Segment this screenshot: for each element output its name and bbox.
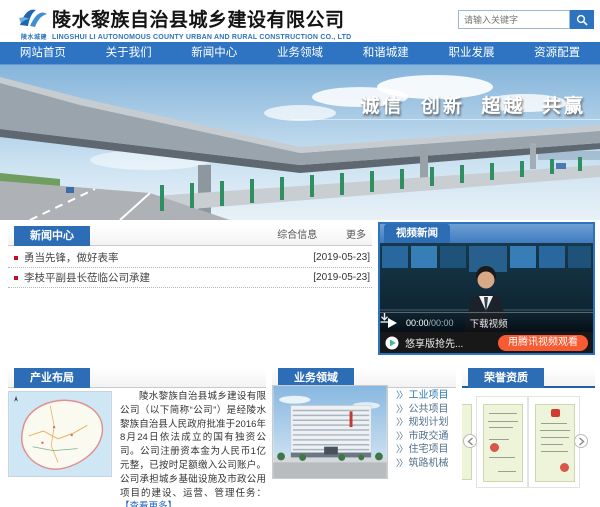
- site-header: 陵水城建 陵水黎族自治县城乡建设有限公司 LINGSHUI LI AUTONOM…: [0, 0, 600, 42]
- certificate-panel: [528, 396, 580, 488]
- nav-item-resources[interactable]: 资源配置: [514, 42, 600, 64]
- national-emblem-icon: [551, 409, 560, 417]
- company-name-english: LINGSHUI LI AUTONOMOUS COUNTY URBAN AND …: [52, 34, 351, 41]
- search-box: [458, 10, 594, 29]
- video-caption: 悠享版抢先...: [405, 335, 463, 350]
- page: 陵水城建 陵水黎族自治县城乡建设有限公司 LINGSHUI LI AUTONOM…: [0, 0, 600, 507]
- certificates-carousel: [462, 396, 595, 488]
- chevron-left-icon: [467, 437, 474, 446]
- industry-section-header: 产业布局: [8, 368, 266, 388]
- nav-item-career[interactable]: 职业发展: [429, 42, 515, 64]
- business-areas-section: 业务领域: [272, 368, 456, 495]
- business-link-public[interactable]: 〉〉公共项目: [396, 403, 449, 417]
- honors-section: 荣誉资质: [462, 368, 595, 495]
- business-link-residential[interactable]: 〉〉住宅项目: [396, 443, 449, 457]
- company-title-block: 陵水黎族自治县城乡建设有限公司 LINGSHUI LI AUTONOMOUS C…: [52, 5, 351, 41]
- news-section: 新闻中心 综合信息 更多 勇当先锋，做好表率 [2019-05-23] 李枝平副…: [8, 226, 372, 288]
- double-chevron-icon: 〉〉: [396, 417, 407, 427]
- carousel-prev-button[interactable]: [463, 434, 477, 448]
- nav-item-business[interactable]: 业务领域: [257, 42, 343, 64]
- play-icon[interactable]: [388, 318, 397, 328]
- news-section-header: 新闻中心 综合信息 更多: [8, 226, 372, 246]
- company-logo-icon: [17, 4, 51, 28]
- news-filter-general[interactable]: 综合信息: [277, 230, 317, 241]
- download-icon: [380, 313, 389, 323]
- industry-layout-section: 产业布局 陵水黎族自治县城乡建设有限公司（以下简称“公司”）是经陵水黎族自治县人…: [8, 368, 266, 495]
- company-logo[interactable]: 陵水城建: [15, 4, 53, 40]
- office-building-image: [272, 385, 388, 479]
- logo-caption: 陵水城建: [15, 32, 53, 41]
- double-chevron-icon: 〉〉: [396, 390, 407, 400]
- business-link-industrial[interactable]: 〉〉工业项目: [396, 389, 449, 403]
- news-date: [2019-05-23]: [313, 272, 370, 283]
- nav-item-harmony[interactable]: 和谐城建: [343, 42, 429, 64]
- news-more-link[interactable]: 更多: [346, 230, 366, 241]
- tencent-video-bar: 悠享版抢先... 用腾讯视频观看: [380, 332, 593, 353]
- banner-slogan-underline: [290, 119, 600, 120]
- tab-industry-layout[interactable]: 产业布局: [14, 368, 90, 388]
- nav-item-home[interactable]: 网站首页: [0, 42, 86, 64]
- highway-banner-image: [0, 65, 600, 220]
- video-section-header: 视频新闻: [380, 224, 593, 243]
- double-chevron-icon: 〉〉: [396, 444, 407, 454]
- company-intro-paragraph: 陵水黎族自治县城乡建设有限公司（以下简称“公司”）是经陵水黎族自治县人民政府批准…: [120, 390, 266, 507]
- hainan-map-image: [8, 391, 112, 477]
- certificate-panel: [476, 396, 528, 488]
- banner-slogan: 诚信 创新 超越 共赢: [360, 91, 586, 118]
- business-link-road-machinery[interactable]: 〉〉筑路机械: [396, 457, 449, 471]
- news-list: 勇当先锋，做好表率 [2019-05-23] 李枝平副县长莅临公司承建 [201…: [8, 248, 372, 288]
- honors-section-header: 荣誉资质: [462, 368, 595, 388]
- news-row: 勇当先锋，做好表率 [2019-05-23]: [8, 248, 372, 268]
- business-link-planning[interactable]: 〉〉规划计划: [396, 416, 449, 430]
- search-icon: [576, 14, 588, 26]
- bullet-icon: [14, 256, 18, 260]
- double-chevron-icon: 〉〉: [396, 404, 407, 414]
- news-link[interactable]: 勇当先锋，做好表率: [24, 250, 119, 265]
- main-navigation: 网站首页 关于我们 新闻中心 业务领域 和谐城建 职业发展 资源配置: [0, 42, 600, 65]
- tab-video-news[interactable]: 视频新闻: [384, 224, 450, 243]
- carousel-next-button[interactable]: [574, 434, 588, 448]
- tab-honors[interactable]: 荣誉资质: [468, 368, 544, 388]
- view-more-link[interactable]: 【查看更多】: [120, 501, 177, 507]
- red-seal-icon: [560, 463, 569, 472]
- certificate-image[interactable]: [535, 404, 575, 482]
- chevron-right-icon: [578, 437, 585, 446]
- certificate-image[interactable]: [483, 404, 523, 482]
- video-news-section: 视频新闻: [378, 222, 595, 355]
- tencent-video-logo-icon: [385, 336, 399, 350]
- company-intro-text: 陵水黎族自治县城乡建设有限公司（以下简称“公司”）是经陵水黎族自治县人民政府批准…: [120, 391, 266, 499]
- news-link[interactable]: 李枝平副县长莅临公司承建: [24, 270, 150, 285]
- video-controls-bar: 00:00/00:00 下载视频: [380, 312, 593, 332]
- news-date: [2019-05-23]: [313, 252, 370, 263]
- search-button[interactable]: [570, 10, 594, 29]
- nav-item-about[interactable]: 关于我们: [86, 42, 172, 64]
- watch-on-tencent-button[interactable]: 用腾讯视频观看: [498, 335, 588, 351]
- hero-banner: 诚信 创新 超越 共赢: [0, 65, 600, 220]
- business-areas-list: 〉〉工业项目 〉〉公共项目 〉〉规划计划 〉〉市政交通 〉〉住宅项目 〉〉筑路机…: [396, 389, 449, 470]
- double-chevron-icon: 〉〉: [396, 458, 407, 468]
- download-video-button[interactable]: 下载视频: [470, 316, 508, 330]
- search-input[interactable]: [458, 10, 570, 29]
- company-name: 陵水黎族自治县城乡建设有限公司: [52, 5, 351, 32]
- news-row: 李枝平副县长莅临公司承建 [2019-05-23]: [8, 268, 372, 288]
- tab-news-center[interactable]: 新闻中心: [14, 226, 90, 246]
- business-link-municipal-traffic[interactable]: 〉〉市政交通: [396, 430, 449, 444]
- bullet-icon: [14, 276, 18, 280]
- video-player[interactable]: 00:00/00:00 下载视频: [380, 243, 593, 332]
- red-seal-icon: [490, 443, 499, 452]
- nav-item-news[interactable]: 新闻中心: [171, 42, 257, 64]
- double-chevron-icon: 〉〉: [396, 431, 407, 441]
- video-time: 00:00/00:00: [406, 318, 454, 328]
